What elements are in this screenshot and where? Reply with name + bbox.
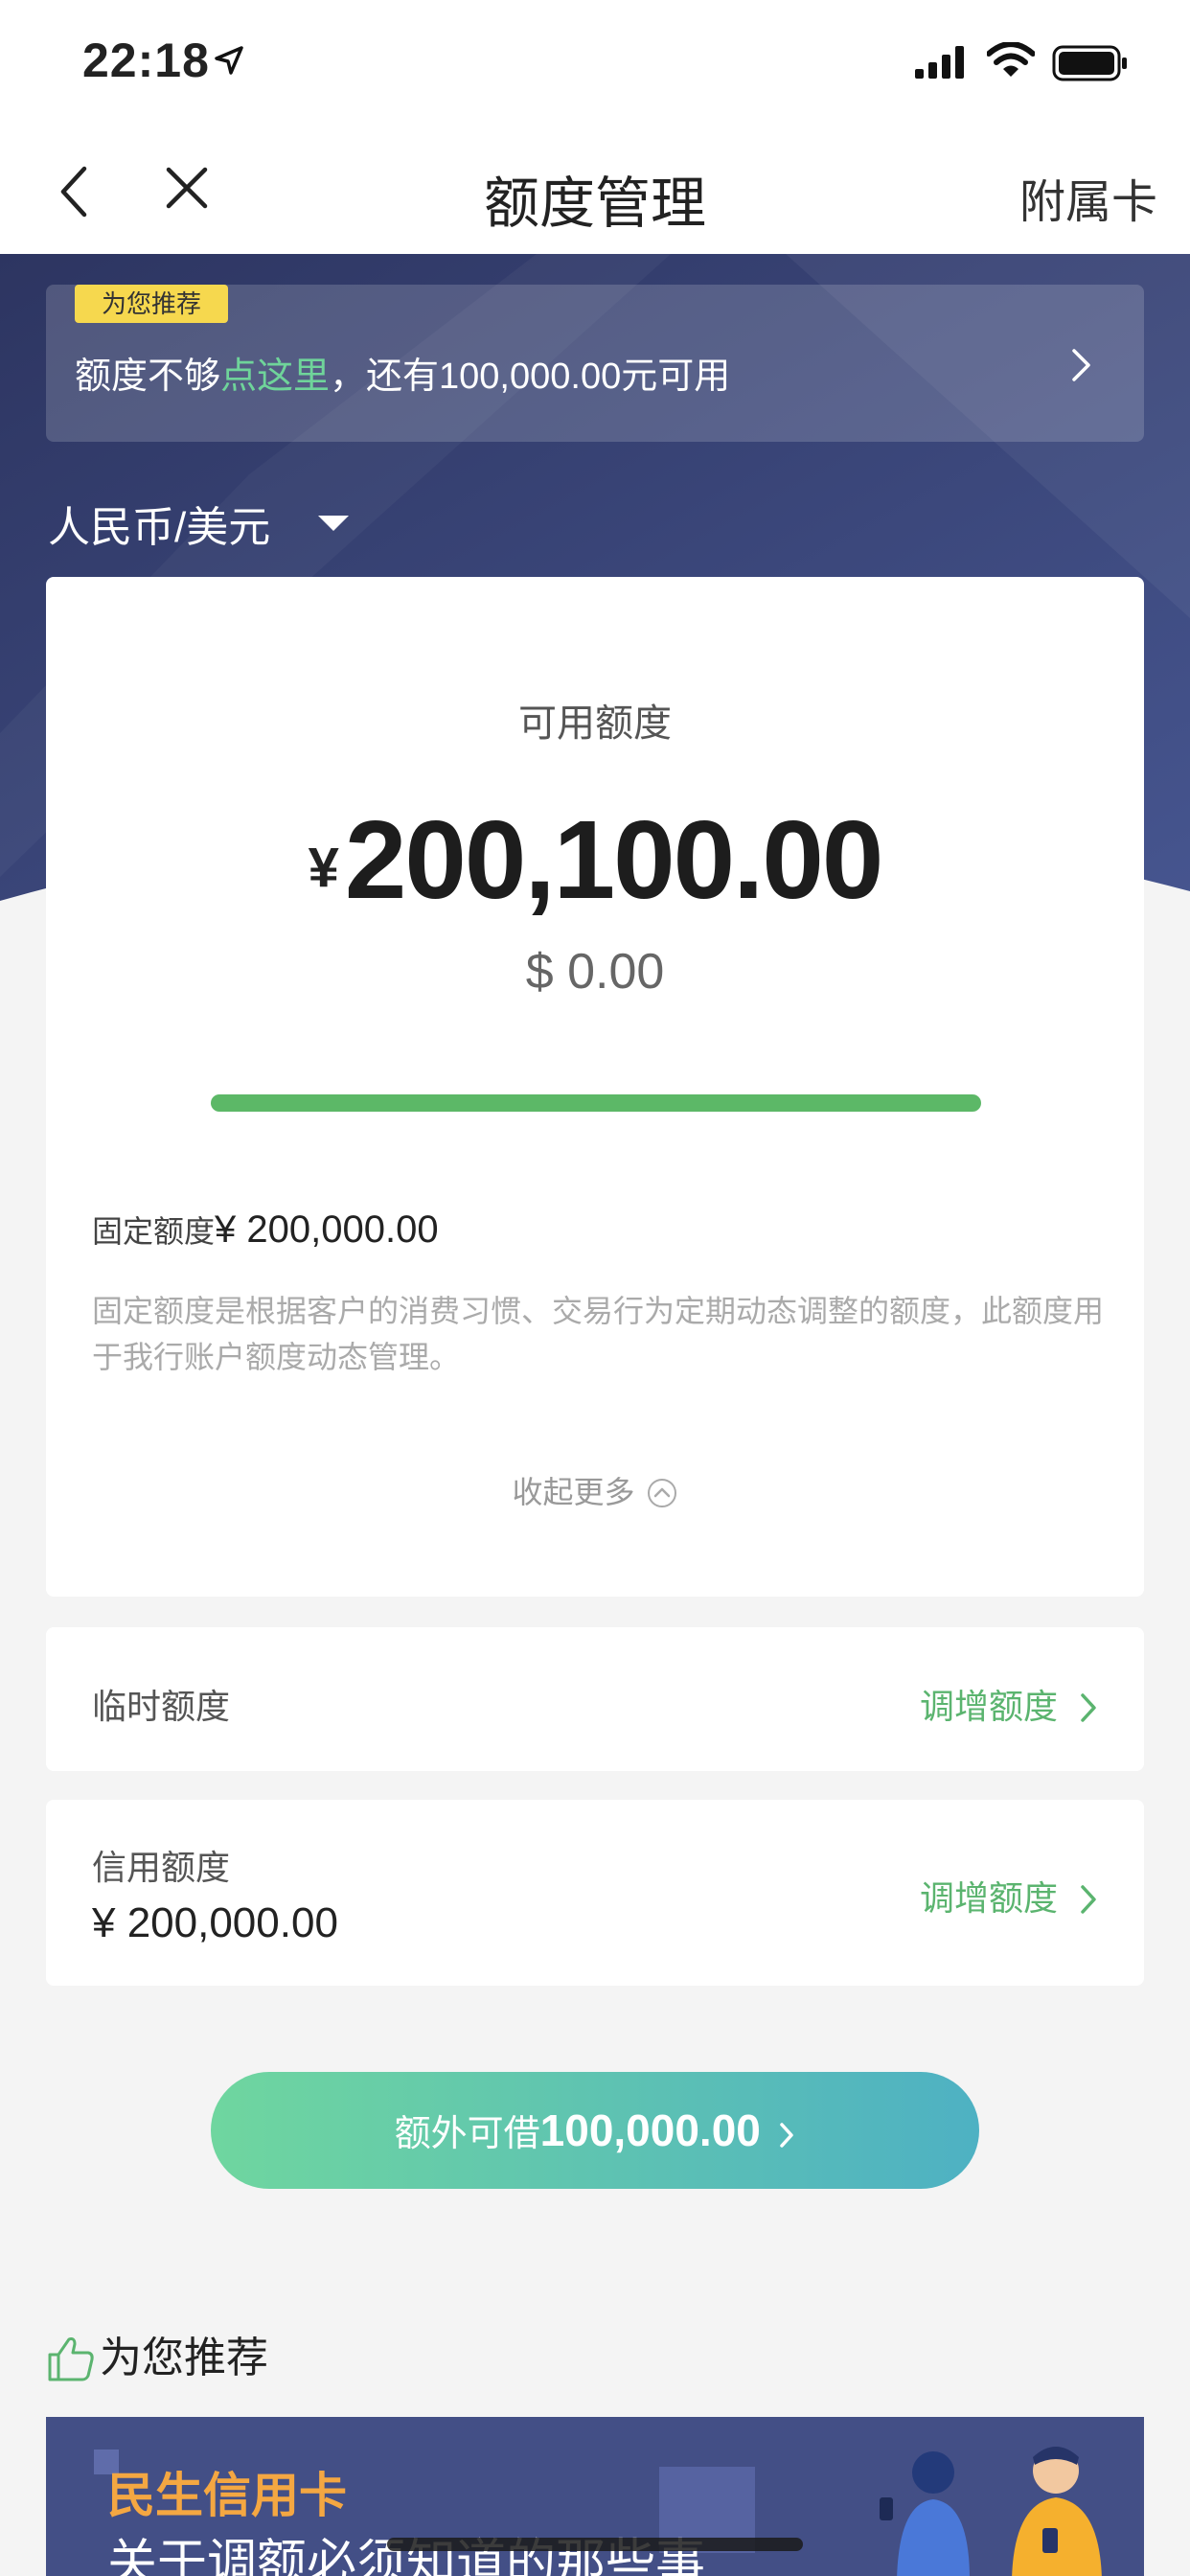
collapse-more-label: 收起更多 xyxy=(512,1475,635,1509)
navigation-bar: 额度管理 附属卡 xyxy=(0,129,1190,254)
currency-symbol: ¥ xyxy=(308,837,339,899)
credit-limit-value: ¥ 200,000.00 xyxy=(92,1899,338,1946)
limit-promo-banner[interactable]: 为您推荐 额度不够点这里，还有100,000.00元可用 xyxy=(46,285,1144,442)
page-title: 额度管理 xyxy=(483,172,706,235)
credit-limit-label: 信用额度 xyxy=(92,1848,231,1887)
chevron-right-icon xyxy=(1081,1885,1096,1914)
available-amount-value: 200,100.00 xyxy=(344,797,884,922)
chevron-right-icon xyxy=(1072,349,1090,381)
recommend-banner[interactable]: 民生信用卡 关于调额必须知道的那些事 xyxy=(46,2417,1144,2576)
fixed-limit-description: 固定额度是根据客户的消费习惯、交易行为定期动态调整的额度，此额度用于我行账户额度… xyxy=(92,1294,1105,1374)
increase-credit-limit-button[interactable]: 调增额度 xyxy=(920,1871,1098,1920)
credit-limit-row: 信用额度 ¥ 200,000.00 调增额度 xyxy=(46,1800,1144,1986)
available-limit-amount: ¥200,100.00 xyxy=(46,795,1144,924)
currency-selector-value: 人民币/美元 xyxy=(48,504,271,551)
promo-text: 额度不够点这里，还有100,000.00元可用 xyxy=(75,356,731,397)
recommend-tag: 为您推荐 xyxy=(75,285,229,323)
location-arrow-icon xyxy=(215,46,243,75)
banner-title: 民生信用卡 xyxy=(107,2469,347,2522)
currency-selector[interactable]: 人民币/美元 xyxy=(48,493,349,554)
battery-icon xyxy=(1052,45,1127,81)
temporary-limit-row: 临时额度 调增额度 xyxy=(46,1627,1144,1771)
chevron-right-icon xyxy=(1081,1693,1096,1722)
wifi-icon xyxy=(987,42,1035,77)
status-time: 22:18 xyxy=(82,34,210,87)
collapse-more-button[interactable]: 收起更多 xyxy=(46,1468,1144,1512)
chevron-up-circle-icon xyxy=(648,1479,677,1507)
supplementary-card-link[interactable]: 附属卡 xyxy=(1019,164,1157,231)
home-indicator xyxy=(387,2538,803,2551)
chevron-right-icon xyxy=(780,2123,794,2148)
extra-loan-label: 额外可借 xyxy=(394,2114,540,2154)
cellular-signal-icon xyxy=(915,46,964,79)
extra-loan-button[interactable]: 额外可借100,000.00 xyxy=(211,2072,979,2189)
increase-temporary-limit-button[interactable]: 调增额度 xyxy=(920,1679,1098,1729)
fixed-limit-label: 固定额度 xyxy=(92,1214,216,1249)
thumbs-up-icon xyxy=(48,2337,94,2381)
fixed-limit: 固定额度¥ 200,000.00 xyxy=(92,1208,439,1252)
available-limit-card: 可用额度 ¥200,100.00 $ 0.00 固定额度¥ 200,000.00… xyxy=(46,577,1144,1597)
available-limit-label: 可用额度 xyxy=(518,702,672,745)
status-bar: 22:18 xyxy=(0,0,1190,129)
temporary-limit-label: 临时额度 xyxy=(92,1687,231,1726)
usd-amount: $ 0.00 xyxy=(525,944,665,1000)
people-illustration-icon xyxy=(880,2447,1102,2576)
fixed-limit-value: ¥ 200,000.00 xyxy=(215,1208,439,1251)
extra-loan-amount: 100,000.00 xyxy=(539,2105,761,2155)
caret-down-icon xyxy=(318,516,349,531)
promo-highlight-link[interactable]: 点这里 xyxy=(220,356,330,397)
recommend-section-title: 为您推荐 xyxy=(46,2323,268,2384)
usage-progress-bar xyxy=(211,1094,981,1112)
